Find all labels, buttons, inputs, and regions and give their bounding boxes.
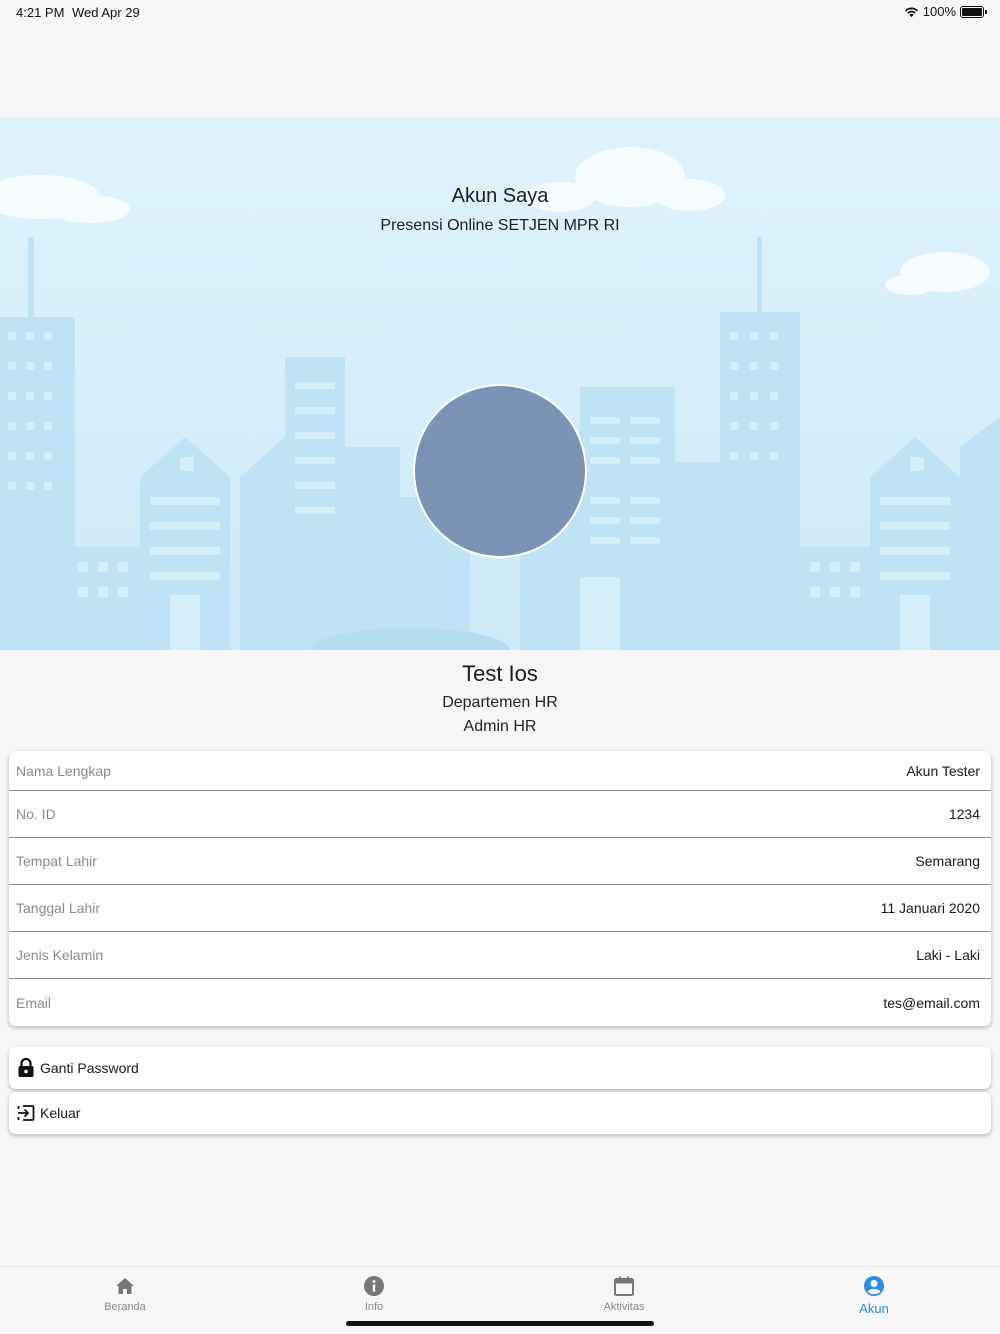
info-row-birthdate: Tanggal Lahir 11 Januari 2020 [9, 885, 991, 932]
info-label: Tanggal Lahir [16, 900, 101, 916]
info-value: tes@email.com [883, 994, 980, 1011]
nav-item-beranda[interactable]: Beranda [65, 1275, 185, 1313]
home-indicator [346, 1321, 654, 1326]
nav-item-info[interactable]: Info [314, 1275, 434, 1313]
home-icon [116, 1278, 134, 1294]
info-label: Email [16, 994, 52, 1011]
info-label: Jenis Kelamin [16, 947, 104, 963]
info-row-full-name: Nama Lengkap Akun Tester [9, 751, 991, 791]
info-icon [364, 1276, 384, 1296]
battery-icon [960, 5, 987, 18]
status-time: 4:21 PM [16, 5, 65, 20]
avatar[interactable] [413, 384, 587, 558]
nav-item-akun[interactable]: Akun [814, 1275, 934, 1316]
logout-label: Keluar [40, 1105, 81, 1121]
profile-department: Departemen HR [442, 694, 558, 711]
logout-button[interactable]: Keluar [9, 1092, 991, 1134]
info-label: No. ID [16, 806, 56, 822]
profile-header: Akun Saya Presensi Online SETJEN MPR RI [0, 117, 1000, 650]
bottom-navigation: Beranda Info Aktivitas Akun [0, 1266, 1000, 1334]
info-row-id: No. ID 1234 [9, 791, 991, 838]
calendar-icon [614, 1276, 634, 1296]
status-indicators: 100% [904, 4, 987, 19]
nav-label: Akun [859, 1301, 889, 1316]
profile-name: Test Ios [462, 661, 538, 686]
wifi-icon [904, 7, 918, 17]
lock-icon [18, 1058, 34, 1077]
info-label: Nama Lengkap [16, 762, 111, 779]
page-subtitle: Presensi Online SETJEN MPR RI [380, 217, 620, 234]
info-label: Tempat Lahir [16, 853, 97, 869]
change-password-button[interactable]: Ganti Password [9, 1047, 991, 1089]
nav-label: Beranda [104, 1301, 146, 1313]
info-value: Akun Tester [906, 762, 980, 779]
info-value: Laki - Laki [916, 947, 980, 963]
info-row-birthplace: Tempat Lahir Semarang [9, 838, 991, 885]
change-password-label: Ganti Password [40, 1060, 139, 1076]
profile-info-card: Nama Lengkap Akun Tester No. ID 1234 Tem… [9, 751, 991, 1026]
battery-percent: 100% [922, 4, 956, 19]
nav-label: Aktivitas [603, 1301, 645, 1313]
info-value: 1234 [948, 806, 980, 822]
info-value: Semarang [915, 853, 980, 869]
account-icon [864, 1276, 884, 1296]
info-row-gender: Jenis Kelamin Laki - Laki [9, 932, 991, 979]
nav-item-aktivitas[interactable]: Aktivitas [564, 1275, 684, 1313]
nav-label: Info [364, 1301, 384, 1313]
page-title: Akun Saya [451, 185, 549, 207]
info-value: 11 Januari 2020 [880, 900, 980, 916]
profile-role: Admin HR [463, 718, 537, 735]
status-date: Wed Apr 29 [72, 5, 140, 20]
status-bar: 4:21 PM Wed Apr 29 100% [0, 0, 1000, 24]
logout-icon [17, 1105, 35, 1121]
info-row-email: Email tes@email.com [9, 979, 991, 1026]
